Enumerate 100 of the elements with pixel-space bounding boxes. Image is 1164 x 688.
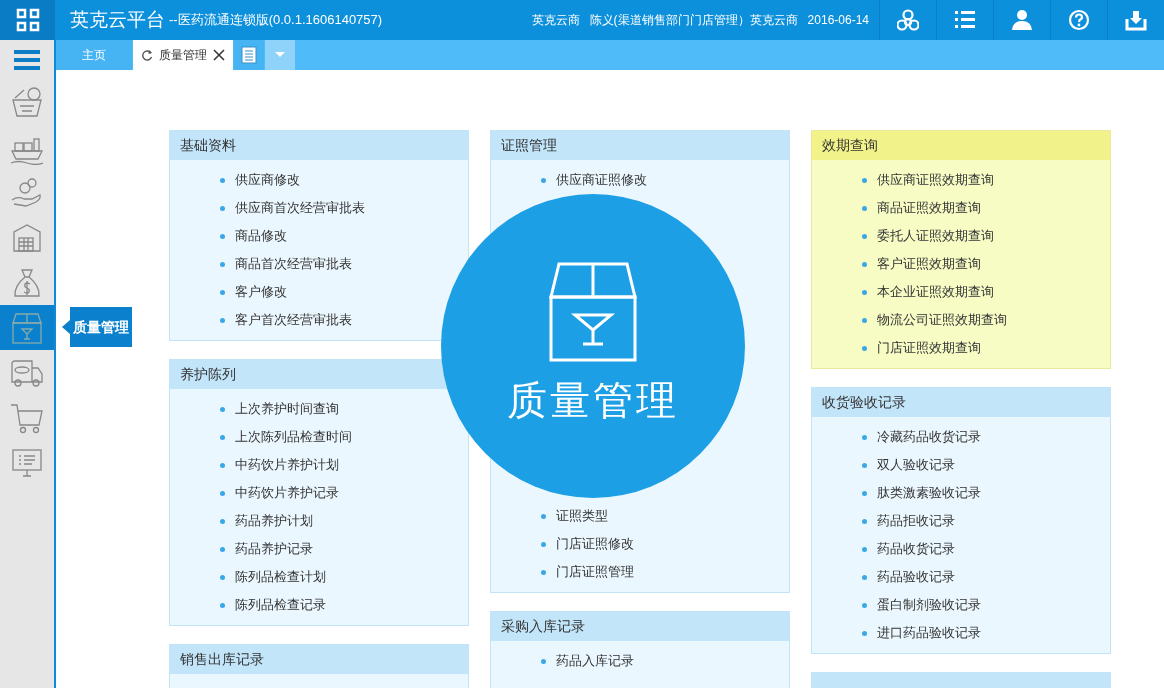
grid-icon[interactable]: [15, 8, 40, 32]
dropdown-button[interactable]: [265, 40, 295, 70]
menu-link[interactable]: 药品收货记录: [877, 539, 955, 559]
bullet-icon: [862, 630, 867, 636]
menu-link[interactable]: 蛋白制剂验收记录: [877, 595, 981, 615]
menu-link[interactable]: 证照类型: [556, 506, 608, 526]
menu-link[interactable]: 商品首次经营审批表: [235, 254, 352, 274]
menu-link[interactable]: 进口药品验收记录: [877, 623, 981, 643]
menu-link[interactable]: 药品拒收记录: [877, 511, 955, 531]
bullet-icon: [220, 518, 225, 524]
bullet-icon: [220, 261, 225, 267]
help-icon[interactable]: [1068, 9, 1090, 31]
bullet-icon: [220, 406, 225, 412]
menu-link[interactable]: 商品证照效期查询: [877, 198, 981, 218]
card-title: 销售出库记录: [170, 645, 468, 674]
menu-link[interactable]: 药品养护记录: [235, 539, 313, 559]
card-title: 收货验收记录: [812, 388, 1110, 417]
bullet-icon: [862, 261, 867, 267]
app-logo: 英克云平台: [70, 7, 165, 32]
menu-link[interactable]: 门店证照效期查询: [877, 338, 981, 358]
menu-link[interactable]: 委托人证照效期查询: [877, 226, 994, 246]
bullet-icon: [220, 205, 225, 211]
hand-coins-icon[interactable]: [10, 175, 44, 210]
box-icon[interactable]: [10, 310, 44, 345]
menu-link[interactable]: 商品修改: [235, 226, 287, 246]
menu-link[interactable]: 药品入库记录: [556, 651, 634, 671]
menu-link[interactable]: 中药饮片养护计划: [235, 455, 339, 475]
bullet-icon: [862, 177, 867, 183]
overlay-title: 质量管理: [507, 377, 679, 424]
menu-link[interactable]: 药品养护计划: [235, 511, 313, 531]
card-title: 基础资料: [170, 131, 468, 160]
menu-link[interactable]: 上次养护时间查询: [235, 399, 339, 419]
menu-link[interactable]: 物流公司证照效期查询: [877, 310, 1007, 330]
bullet-icon: [220, 233, 225, 239]
apps-button[interactable]: [0, 0, 55, 40]
tooltip-arrow-icon: [62, 320, 70, 334]
bullet-icon: [862, 205, 867, 211]
menu-link[interactable]: 供应商修改: [235, 170, 300, 190]
card-title: 效期查询: [812, 131, 1110, 160]
bullet-icon: [862, 434, 867, 440]
menu-link[interactable]: 供应商证照修改: [556, 170, 647, 190]
menu-link[interactable]: 门店证照管理: [556, 562, 634, 582]
bullet-icon: [541, 541, 546, 547]
bullet-icon: [862, 233, 867, 239]
bullet-icon: [541, 658, 546, 664]
bullet-icon: [862, 317, 867, 323]
close-icon[interactable]: [213, 49, 225, 61]
menu-link[interactable]: 中药饮片养护记录: [235, 483, 339, 503]
box-icon: [549, 262, 637, 364]
biohazard-icon[interactable]: [897, 9, 919, 31]
menu-link[interactable]: 客户首次经营审批表: [235, 310, 352, 330]
refresh-icon[interactable]: [141, 49, 153, 61]
menu-icon[interactable]: [14, 49, 40, 71]
list-icon[interactable]: [954, 9, 976, 31]
bullet-icon: [220, 546, 225, 552]
bullet-icon: [862, 490, 867, 496]
basket-icon[interactable]: [10, 85, 44, 120]
bullet-icon: [220, 574, 225, 580]
menu-link[interactable]: 陈列品检查记录: [235, 595, 326, 615]
menu-link[interactable]: 药品验收记录: [877, 567, 955, 587]
bullet-icon: [220, 602, 225, 608]
bullet-icon: [220, 462, 225, 468]
menu-link[interactable]: 供应商首次经营审批表: [235, 198, 365, 218]
card-title: 采购入库记录: [491, 612, 789, 641]
date-text: 2016-06-14: [807, 12, 869, 29]
bullet-icon: [541, 177, 546, 183]
bullet-icon: [220, 289, 225, 295]
sidebar-item[interactable]: [0, 305, 54, 350]
bullet-icon: [541, 569, 546, 575]
user-info: 陈义(渠道销售部门门店管理）英克云商: [589, 12, 798, 29]
app-subtitle: --医药流通连锁版(0.0.1.1606140757): [169, 11, 383, 30]
menu-link[interactable]: 上次陈列品检查时间: [235, 427, 352, 447]
bullet-icon: [862, 574, 867, 580]
tab[interactable]: 质量管理: [133, 40, 233, 70]
menu-link[interactable]: 门店证照修改: [556, 534, 634, 554]
bullet-icon: [862, 546, 867, 552]
caret-icon[interactable]: [275, 52, 285, 58]
download-icon[interactable]: [1125, 9, 1147, 31]
bullet-icon: [220, 177, 225, 183]
bullet-icon: [862, 518, 867, 524]
menu-link[interactable]: 冷藏药品收货记录: [877, 427, 981, 447]
bullet-icon: [862, 289, 867, 295]
bullet-icon: [220, 317, 225, 323]
bullet-icon: [220, 490, 225, 496]
bullet-icon: [220, 434, 225, 440]
document-button[interactable]: [234, 40, 264, 70]
menu-link[interactable]: 供应商证照效期查询: [877, 170, 994, 190]
card-title: 证照管理: [491, 131, 789, 160]
bullet-icon: [862, 602, 867, 608]
user-icon[interactable]: [1011, 9, 1033, 31]
menu-link[interactable]: 客户证照效期查询: [877, 254, 981, 274]
bullet-icon: [541, 513, 546, 519]
menu-link[interactable]: 陈列品检查计划: [235, 567, 326, 587]
menu-link[interactable]: 客户修改: [235, 282, 287, 302]
menu-link[interactable]: 双人验收记录: [877, 455, 955, 475]
bullet-icon: [862, 462, 867, 468]
menu-link[interactable]: 肽类激素验收记录: [877, 483, 981, 503]
sidebar-tooltip: 质量管理: [70, 307, 132, 347]
document-icon[interactable]: [241, 46, 257, 64]
menu-link[interactable]: 本企业证照效期查询: [877, 282, 994, 302]
